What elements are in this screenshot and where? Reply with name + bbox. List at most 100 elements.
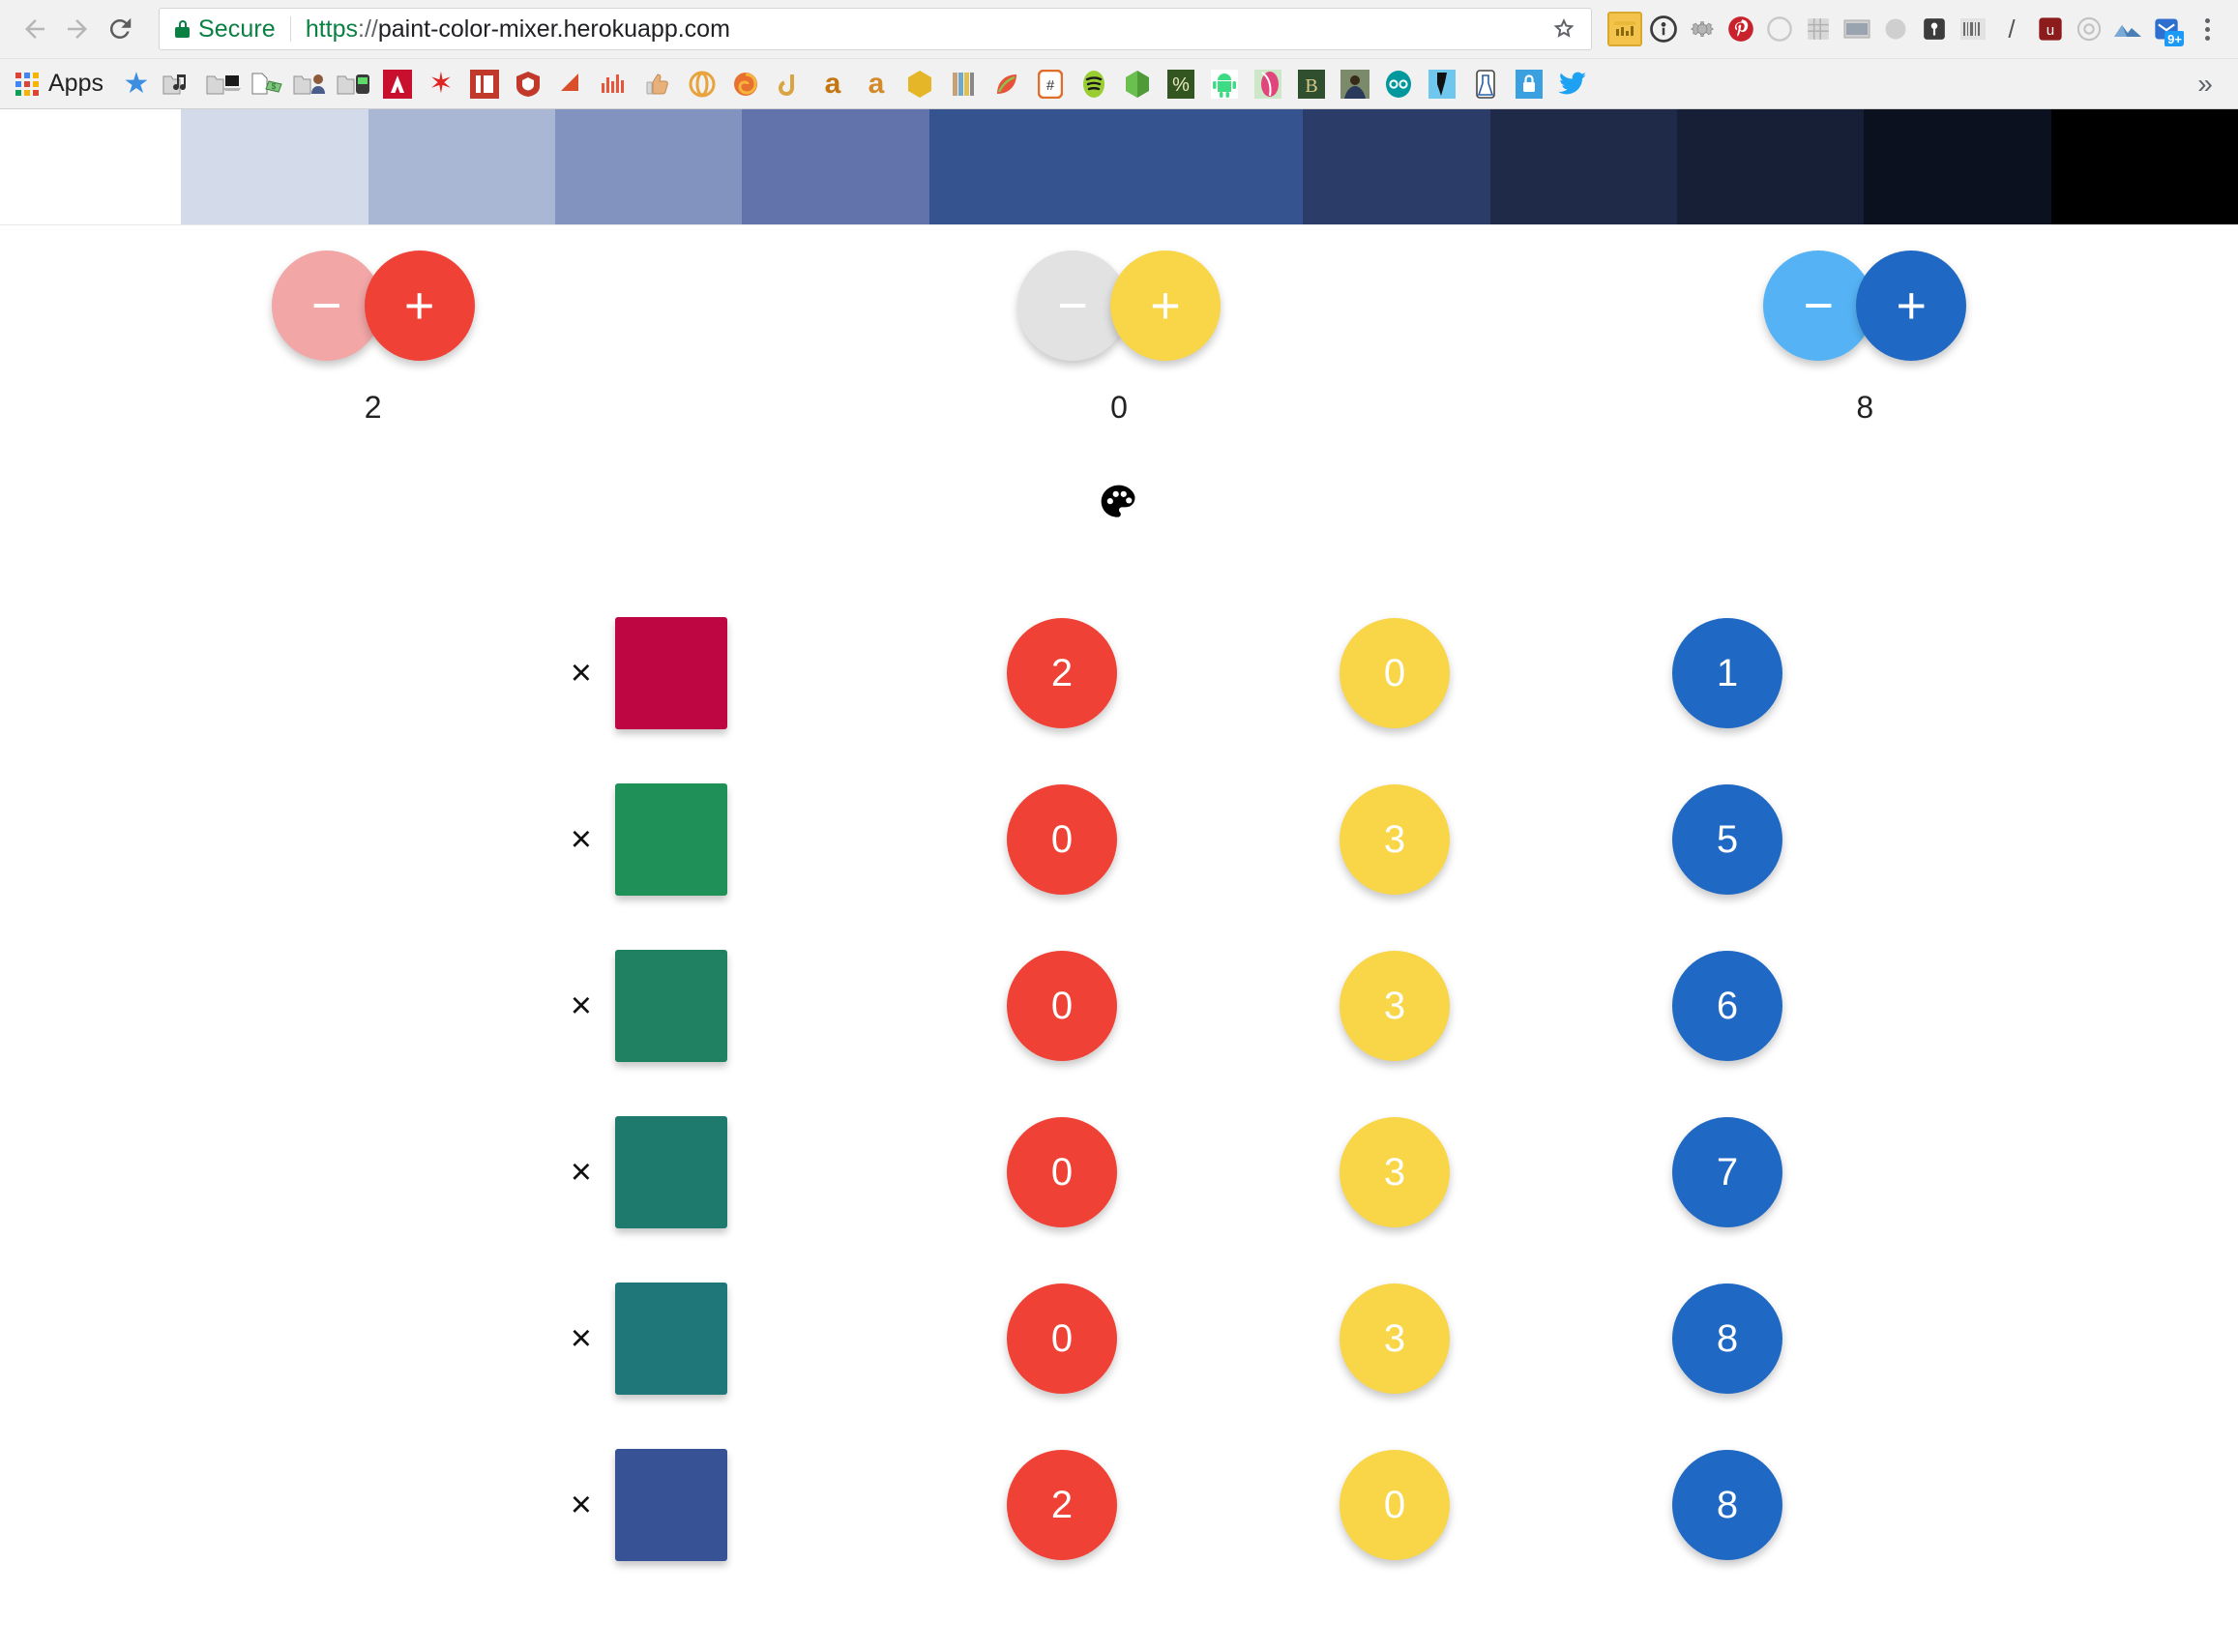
remove-mixture-button[interactable]: ×	[571, 988, 592, 1024]
blue-paint-stepper: − + 8	[1492, 251, 2238, 426]
bookmark-africa[interactable]	[1424, 66, 1460, 103]
info-circle-extension-icon[interactable]	[1646, 12, 1681, 46]
bookmark-twitter[interactable]	[1554, 66, 1591, 103]
palette-icon[interactable]	[1098, 482, 1140, 524]
bookmark-star[interactable]: ★	[118, 66, 155, 103]
bookmark-opera[interactable]	[684, 66, 721, 103]
url-text: https://paint-color-mixer.herokuapp.com	[306, 15, 730, 44]
bookmark-hook[interactable]	[771, 66, 808, 103]
gradient-band-8	[1676, 109, 1865, 224]
mixture-color-swatch	[615, 950, 727, 1062]
mixture-color-cell	[615, 1116, 896, 1228]
bookmark-infinity[interactable]	[1380, 66, 1417, 103]
barcode-extension-icon[interactable]	[1956, 12, 1990, 46]
mixture-color-cell	[615, 1449, 896, 1561]
bookmark-folder-person[interactable]	[292, 66, 329, 103]
forward-arrow-icon[interactable]	[56, 8, 99, 50]
remove-mixture-cell: ×	[0, 655, 615, 692]
grey-blob-extension-icon[interactable]	[1878, 12, 1913, 46]
circle-extension-icon[interactable]	[1762, 12, 1797, 46]
remove-mixture-button[interactable]: ×	[571, 655, 592, 692]
bookmark-notion[interactable]	[466, 66, 503, 103]
bookmark-hash[interactable]: #	[1032, 66, 1069, 103]
blue-count-badge-cell: 1	[1561, 618, 1894, 728]
bookmark-photo[interactable]	[1337, 66, 1373, 103]
bookmark-android[interactable]	[1206, 66, 1243, 103]
bookmark-letter-b[interactable]: B	[1293, 66, 1330, 103]
film-extension-icon[interactable]	[1840, 12, 1874, 46]
ublock-extension-icon[interactable]: u	[2033, 12, 2068, 46]
extension-icons: / u 9+	[1607, 12, 2184, 46]
bookmark-leaf[interactable]	[988, 66, 1025, 103]
lock-icon	[175, 20, 190, 38]
star-outline-icon[interactable]	[1546, 12, 1581, 46]
grid-extension-icon[interactable]	[1801, 12, 1836, 46]
bookmark-page-money[interactable]: $	[249, 66, 285, 103]
bookmark-node[interactable]	[1119, 66, 1156, 103]
bookmark-percent[interactable]: %	[1163, 66, 1199, 103]
blue-count-badge-cell: 8	[1561, 1283, 1894, 1394]
bookmark-shield[interactable]	[510, 66, 546, 103]
gradient-band-1	[181, 109, 368, 224]
yellow-count-badge: 3	[1340, 951, 1450, 1061]
apps-shortcut-button[interactable]: Apps	[12, 70, 111, 98]
browser-toolbar: Secure https://paint-color-mixer.herokua…	[0, 0, 2238, 58]
bookmark-adobe[interactable]	[379, 66, 416, 103]
yellow-count-badge: 0	[1340, 618, 1450, 728]
blue-increment-button[interactable]: +	[1856, 251, 1967, 361]
bookmark-red-swirl[interactable]: ✶	[423, 66, 459, 103]
yellow-count-badge-cell: 0	[1228, 618, 1561, 728]
red-count-badge: 2	[1007, 618, 1117, 728]
bookmark-hexagon[interactable]	[901, 66, 938, 103]
chart-extension-icon[interactable]	[1607, 12, 1642, 46]
bookmark-folder-music[interactable]	[162, 66, 198, 103]
target-extension-icon[interactable]	[2072, 12, 2106, 46]
pinterest-extension-icon[interactable]	[1723, 12, 1758, 46]
mix-paint-action	[0, 482, 2238, 524]
bookmark-spotify[interactable]	[1075, 66, 1112, 103]
mountain-extension-icon[interactable]	[2110, 12, 2145, 46]
slash-extension-icon[interactable]: /	[1994, 12, 2029, 46]
gradient-band-0	[0, 109, 182, 224]
blue-count-badge-cell: 8	[1561, 1450, 1894, 1560]
gradient-band-3	[555, 109, 743, 224]
bookmark-color-bars[interactable]	[945, 66, 982, 103]
svg-text:$: $	[272, 82, 277, 91]
remove-mixture-button[interactable]: ×	[571, 1154, 592, 1191]
bookmark-firefox[interactable]	[727, 66, 764, 103]
blue-count-badge: 5	[1672, 784, 1782, 895]
bookmark-folder-device[interactable]	[336, 66, 372, 103]
table-row: × 2 0 1	[0, 590, 2238, 756]
remove-mixture-button[interactable]: ×	[571, 1487, 592, 1523]
notification-extension-icon[interactable]: 9+	[2149, 12, 2184, 46]
bookmark-flask[interactable]	[1467, 66, 1504, 103]
yellow-paint-stepper: − + 0	[746, 251, 1491, 426]
paint-mix-gradient-strip	[0, 109, 2238, 225]
three-dot-menu-icon[interactable]	[2190, 10, 2224, 48]
mixture-color-cell	[615, 617, 896, 729]
remove-mixture-button[interactable]: ×	[571, 1320, 592, 1357]
bookmark-folder-laptop[interactable]	[205, 66, 242, 103]
bookmark-lock[interactable]	[1511, 66, 1547, 103]
reload-icon[interactable]	[99, 8, 141, 50]
address-bar[interactable]: Secure https://paint-color-mixer.herokua…	[159, 8, 1592, 50]
bookmark-pink-swirl[interactable]	[1250, 66, 1286, 103]
remove-mixture-button[interactable]: ×	[571, 821, 592, 858]
back-arrow-icon[interactable]	[14, 8, 56, 50]
bookmarks-overflow-button[interactable]: »	[2190, 66, 2226, 103]
bookmark-flame[interactable]	[553, 66, 590, 103]
bookmark-audio[interactable]	[597, 66, 633, 103]
gradient-band-10	[2050, 109, 2238, 224]
paint-mixtures-table: × 2 0 1 × 0 3 5 × 0 3 6 × 0 3 7 × 0 3 8 × 2 0 8	[0, 590, 2238, 1588]
key-extension-icon[interactable]	[1917, 12, 1952, 46]
gear-extension-icon[interactable]	[1685, 12, 1720, 46]
red-increment-button[interactable]: +	[364, 251, 475, 361]
gradient-band-2	[368, 109, 556, 224]
bookmark-amazon-a[interactable]: a	[814, 66, 851, 103]
bookmark-thumbs-up[interactable]	[640, 66, 677, 103]
bookmark-amazon[interactable]: a	[858, 66, 895, 103]
yellow-increment-button[interactable]: +	[1109, 251, 1221, 361]
blue-count-badge: 7	[1672, 1117, 1782, 1227]
security-status-label: Secure	[198, 15, 276, 43]
red-count-badge: 0	[1007, 784, 1117, 895]
